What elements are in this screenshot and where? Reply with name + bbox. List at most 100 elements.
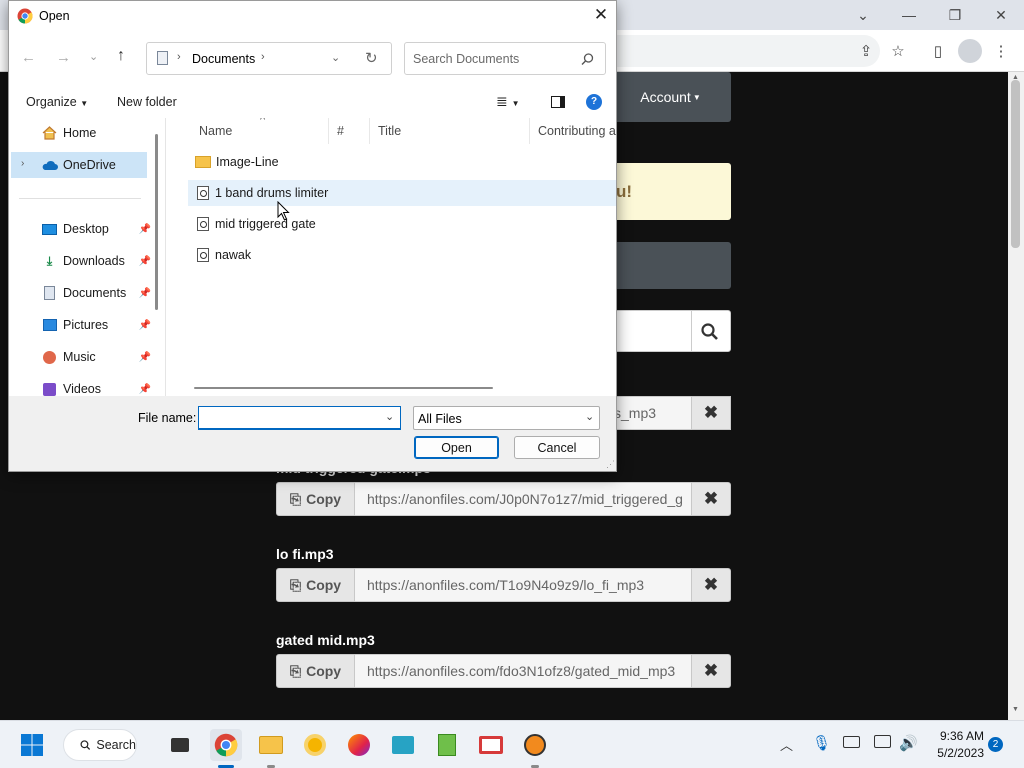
dialog-title-bar: Open ✕: [9, 1, 616, 32]
microphone-icon[interactable]: 🎙: [812, 734, 831, 752]
notepad-icon[interactable]: [431, 729, 463, 761]
file-url-field[interactable]: s_mp3: [610, 396, 691, 430]
chrome-canary-icon[interactable]: [299, 729, 331, 761]
file-row-audio[interactable]: 1 band drums limiter: [188, 180, 616, 206]
view-options-icon[interactable]: ≣ ▼: [496, 93, 520, 110]
nav-item-desktop[interactable]: Desktop 📌: [9, 216, 155, 242]
nav-item-pictures[interactable]: Pictures 📌: [9, 312, 155, 338]
resize-grip-icon[interactable]: ⋰: [606, 459, 615, 470]
share-icon[interactable]: ⇪: [852, 37, 880, 65]
close-window-icon[interactable]: ✕: [978, 0, 1024, 30]
firefox-icon[interactable]: [343, 729, 375, 761]
network-app-icon[interactable]: [387, 729, 419, 761]
nav-item-home[interactable]: Home: [9, 120, 155, 146]
remove-button[interactable]: ✖: [691, 396, 731, 430]
cancel-button[interactable]: Cancel: [514, 436, 600, 459]
file-row-audio[interactable]: nawak: [188, 242, 616, 268]
restore-icon[interactable]: ❐: [932, 0, 978, 30]
expand-chevron-icon[interactable]: ›: [21, 158, 24, 169]
address-bar[interactable]: [610, 35, 880, 67]
horizontal-scrollbar[interactable]: [194, 387, 493, 389]
file-url-field[interactable]: https://anonfiles.com/J0p0N7o1z7/mid_tri…: [355, 482, 691, 516]
open-button[interactable]: Open: [414, 436, 499, 459]
minimize-icon[interactable]: —: [886, 0, 932, 30]
scrollbar-thumb[interactable]: [1011, 80, 1020, 248]
copy-button[interactable]: ⎘ Copy: [276, 568, 355, 602]
task-view-icon[interactable]: [164, 729, 196, 761]
audio-file-icon: [197, 186, 209, 200]
clock[interactable]: 9:36 AM 5/2/2023: [920, 728, 984, 762]
copy-icon: ⎘: [289, 662, 302, 679]
organize-button[interactable]: Organize ▼: [26, 95, 88, 109]
menu-kebab-icon[interactable]: ⋮: [990, 37, 1012, 65]
new-folder-button[interactable]: New folder: [117, 95, 177, 109]
column-header-name[interactable]: Name: [191, 118, 329, 144]
keyboard-icon[interactable]: [843, 736, 860, 748]
preview-pane-icon[interactable]: [551, 96, 565, 108]
copy-icon: ⎘: [289, 576, 302, 593]
clock-time: 9:36 AM: [939, 729, 984, 743]
media-app-icon[interactable]: [475, 729, 507, 761]
account-dropdown[interactable]: Account ▼: [610, 72, 731, 122]
alert-text: u!: [616, 181, 633, 201]
remove-button[interactable]: ✖: [691, 482, 731, 516]
search-box[interactable]: [610, 310, 731, 352]
dialog-close-icon[interactable]: ✕: [589, 5, 613, 27]
address-dropdown-icon[interactable]: ⌄: [331, 51, 340, 64]
search-icon: [80, 740, 91, 750]
navigation-pane: Home › OneDrive Desktop 📌 ⤓ Downloads 📌 Do…: [9, 118, 165, 396]
column-header-title[interactable]: Title: [370, 118, 530, 144]
file-row-audio[interactable]: mid triggered gate: [188, 211, 616, 237]
network-icon[interactable]: [874, 735, 891, 748]
profile-avatar[interactable]: [958, 39, 982, 63]
pin-icon: 📌: [138, 319, 151, 331]
help-icon[interactable]: ?: [586, 94, 602, 110]
back-arrow-icon[interactable]: ←: [21, 49, 36, 66]
nav-scrollbar[interactable]: [155, 134, 158, 310]
nav-item-downloads[interactable]: ⤓ Downloads 📌: [9, 248, 155, 274]
file-list-pane: ^ Name # Title Contributing ar Image-Lin…: [165, 118, 616, 396]
fl-studio-icon[interactable]: [519, 729, 551, 761]
file-row-folder[interactable]: Image-Line: [188, 149, 616, 175]
nav-item-onedrive[interactable]: › OneDrive: [11, 152, 147, 178]
scroll-down-icon[interactable]: ▼: [1012, 706, 1019, 713]
remove-button[interactable]: ✖: [691, 654, 731, 688]
nav-item-videos[interactable]: Videos 📌: [9, 376, 155, 396]
side-panel-icon[interactable]: ▯: [924, 37, 952, 65]
file-explorer-icon[interactable]: [255, 729, 287, 761]
upload-button[interactable]: [610, 242, 731, 289]
tab-search-icon[interactable]: ⌄: [840, 0, 886, 30]
file-type-select[interactable]: All Files ⌄: [413, 406, 600, 430]
start-button[interactable]: [16, 729, 48, 761]
nav-item-documents[interactable]: Documents 📌: [9, 280, 155, 306]
breadcrumb-documents[interactable]: Documents: [192, 52, 255, 66]
bookmark-star-icon[interactable]: ☆: [884, 37, 912, 65]
file-link-row: ⎘ Copy https://anonfiles.com/fdo3N1ofz8/g…: [276, 654, 731, 688]
copy-button[interactable]: ⎘ Copy: [276, 654, 355, 688]
forward-arrow-icon[interactable]: →: [56, 49, 71, 66]
column-header-number[interactable]: #: [329, 118, 370, 144]
breadcrumb-chevron-icon[interactable]: ›: [261, 51, 265, 63]
volume-icon[interactable]: 🔊: [899, 734, 918, 752]
windows-logo-icon: [21, 734, 43, 756]
show-hidden-icons-icon[interactable]: ︿: [780, 735, 793, 754]
address-breadcrumb-bar[interactable]: › Documents › ⌄ ↻: [146, 42, 392, 75]
copy-button[interactable]: ⎘ Copy: [276, 482, 355, 516]
taskbar-search[interactable]: Search: [63, 729, 137, 761]
file-name-input[interactable]: ⌄: [198, 406, 401, 430]
filename-history-dropdown-icon[interactable]: ⌄: [385, 410, 394, 423]
remove-button[interactable]: ✖: [691, 568, 731, 602]
notification-badge[interactable]: 2: [988, 737, 1003, 752]
file-url-field[interactable]: https://anonfiles.com/T1o9N4o9z9/lo_fi_m…: [355, 568, 691, 602]
up-arrow-icon[interactable]: ↑: [117, 47, 125, 65]
breadcrumb-chevron-icon: ›: [177, 51, 181, 63]
nav-item-music[interactable]: Music 📌: [9, 344, 155, 370]
pictures-icon: [41, 318, 58, 333]
file-url-field[interactable]: https://anonfiles.com/fdo3N1ofz8/gated_m…: [355, 654, 691, 688]
column-header-contributing-artists[interactable]: Contributing ar: [530, 118, 616, 144]
search-documents-field[interactable]: Search Documents: [404, 42, 606, 75]
scroll-up-icon[interactable]: ▲: [1012, 74, 1019, 81]
recent-locations-icon[interactable]: ⌄: [89, 50, 98, 63]
refresh-icon[interactable]: ↻: [365, 49, 378, 67]
chrome-taskbar-icon[interactable]: [210, 729, 242, 761]
